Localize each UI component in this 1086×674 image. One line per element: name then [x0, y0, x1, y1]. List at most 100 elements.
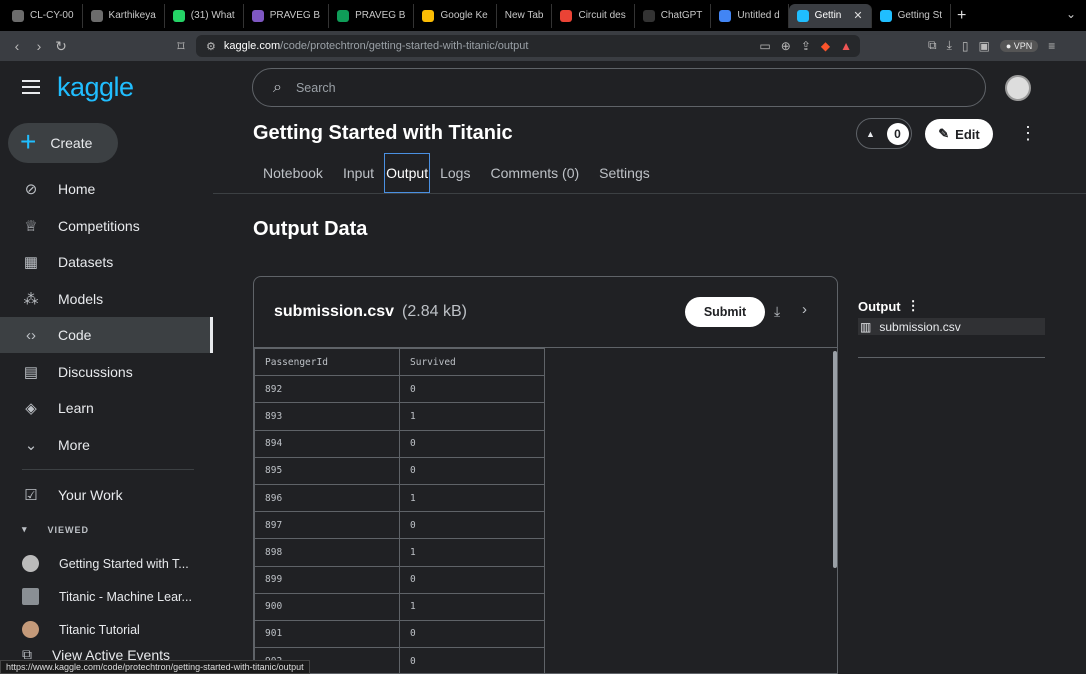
- table-cell: 0: [399, 456, 545, 485]
- upvote-control[interactable]: ▲ 0: [856, 118, 912, 149]
- recent-item[interactable]: Titanic Tutorial: [22, 621, 140, 638]
- create-button[interactable]: + Create: [8, 123, 118, 163]
- table-cell: 901: [254, 619, 400, 649]
- sidebar-item-datasets[interactable]: ▦ Datasets: [0, 244, 213, 280]
- tab-logs[interactable]: Logs: [430, 153, 480, 193]
- sidebar-item-more[interactable]: ⌄ More: [0, 427, 213, 463]
- create-label: Create: [50, 135, 93, 151]
- table-cell: 1: [399, 483, 545, 513]
- output-side-panel: Output ⋮ ▥ submission.csv: [858, 298, 1045, 358]
- browser-tab[interactable]: (31) What: [165, 3, 244, 28]
- grid-icon: [560, 9, 573, 22]
- sidebar-item-label: Datasets: [58, 254, 114, 270]
- side-panel-file-item[interactable]: ▥ submission.csv: [858, 318, 1045, 335]
- table-cell: 0: [399, 619, 545, 649]
- recent-label: Getting Started with T...: [59, 556, 189, 571]
- zoom-icon[interactable]: ⊕: [781, 39, 791, 53]
- address-bar-icons: ▭ ⊕ ⇪ ◆ ▲: [759, 39, 852, 53]
- download-icon[interactable]: ⤓: [947, 38, 952, 53]
- browser-toolbar: ‹ › ↻ ⌑ ⚙ kaggle.com/code/protechtron/ge…: [0, 31, 1086, 61]
- browser-tab[interactable]: CL-CY-00: [4, 3, 83, 28]
- table-cell: 1: [399, 592, 545, 621]
- table-row: 899 0: [254, 565, 545, 594]
- browser-tab[interactable]: New Tab: [497, 3, 553, 28]
- keep-icon: [422, 9, 435, 22]
- tab-notebook[interactable]: Notebook: [253, 153, 333, 193]
- sidebar-item-code[interactable]: ‹› Code: [0, 317, 213, 353]
- forward-icon[interactable]: ›: [28, 38, 50, 54]
- table-row: 894 0: [254, 429, 545, 458]
- table-cell: 0: [399, 429, 545, 458]
- chevron-right-icon[interactable]: ›: [802, 301, 807, 318]
- share-icon[interactable]: ⇪: [801, 39, 811, 53]
- tab-comments[interactable]: Comments (0): [480, 153, 589, 193]
- upvote-icon[interactable]: ▲: [860, 123, 882, 145]
- more-options-icon[interactable]: ⋮: [1019, 124, 1037, 142]
- recent-item[interactable]: Getting Started with T...: [22, 555, 189, 572]
- side-panel-file-label: submission.csv: [879, 319, 961, 334]
- menu-icon[interactable]: ≡: [1048, 39, 1055, 53]
- page-title: Getting Started with Titanic: [253, 122, 513, 144]
- browser-tab[interactable]: PRAVEG B: [329, 3, 415, 28]
- search-input[interactable]: ⌕ Search: [252, 68, 986, 107]
- browser-tab[interactable]: Gettin ✕: [788, 3, 872, 28]
- tab-list-chevron-icon[interactable]: ⌄: [1066, 7, 1076, 21]
- sidebar-item-your-work[interactable]: ☑ Your Work: [0, 477, 213, 513]
- tab-input[interactable]: Input: [333, 153, 384, 193]
- pencil-icon: ✎: [938, 126, 950, 141]
- brave-rewards-icon[interactable]: ▲: [840, 39, 852, 53]
- wallet-icon[interactable]: ▣: [979, 39, 990, 53]
- sidebar-item-competitions[interactable]: ♕ Competitions: [0, 208, 213, 244]
- edit-button[interactable]: ✎ Edit: [925, 119, 993, 149]
- tabs-divider: [213, 193, 1086, 194]
- recent-label: Titanic - Machine Lear...: [59, 589, 192, 604]
- close-icon[interactable]: ✕: [853, 9, 862, 22]
- browser-tab[interactable]: PRAVEG B: [244, 3, 330, 28]
- recent-label: Titanic Tutorial: [59, 622, 140, 637]
- submit-button[interactable]: Submit: [685, 297, 765, 327]
- sidebar-item-models[interactable]: ⁂ Models: [0, 281, 213, 317]
- brave-shield-icon[interactable]: ◆: [821, 39, 830, 53]
- scrollbar[interactable]: [833, 351, 837, 568]
- browser-tab[interactable]: Circuit des: [552, 3, 635, 28]
- browser-tab[interactable]: Google Ke: [414, 3, 497, 28]
- browser-tab[interactable]: Karthikeya: [83, 3, 165, 28]
- tab-settings[interactable]: Settings: [589, 153, 660, 193]
- table-cell: 896: [254, 483, 400, 513]
- more-options-icon[interactable]: ⋮: [907, 298, 920, 314]
- sidebar-item-home[interactable]: ⊘ Home: [0, 171, 213, 207]
- column-header: Survived: [399, 347, 545, 377]
- vpn-button[interactable]: ● VPN: [999, 39, 1039, 52]
- viewed-section-header[interactable]: ▾ VIEWED: [22, 524, 89, 535]
- sidebar-item-learn[interactable]: ◈ Learn: [0, 390, 213, 426]
- cast-icon[interactable]: ▭: [759, 39, 770, 53]
- address-bar[interactable]: ⚙ kaggle.com/code/protechtron/getting-st…: [196, 35, 860, 57]
- kaggle-logo[interactable]: kaggle: [57, 72, 134, 103]
- browser-tab[interactable]: Untitled d: [711, 3, 789, 28]
- new-tab-icon[interactable]: +: [957, 7, 966, 25]
- sidebar-icon[interactable]: ▯: [962, 39, 969, 53]
- sheets-icon: [337, 9, 350, 22]
- site-settings-icon[interactable]: ⚙: [206, 40, 216, 53]
- vote-count: 0: [886, 122, 909, 145]
- kaggle-sidebar: kaggle + Create ⊘ Home ♕ Competitions ▦ Datas…: [0, 61, 213, 674]
- back-icon[interactable]: ‹: [6, 38, 28, 54]
- browser-tab[interactable]: Getting St: [872, 3, 952, 28]
- recent-item[interactable]: Titanic - Machine Lear...: [22, 588, 192, 605]
- avatar[interactable]: [1005, 75, 1031, 101]
- file-header: submission.csv (2.84 kB) Submit ⤓ ›: [254, 277, 837, 348]
- hamburger-menu-icon[interactable]: [22, 80, 40, 98]
- caret-down-icon: ▾: [22, 524, 28, 534]
- reload-icon[interactable]: ↻: [50, 38, 72, 55]
- chevron-down-icon: ⌄: [24, 436, 38, 454]
- download-icon[interactable]: ⤓: [774, 303, 780, 320]
- table-cell: 893: [254, 402, 400, 431]
- browser-tab[interactable]: ChatGPT: [635, 3, 712, 28]
- extensions-icon[interactable]: ⧉: [928, 38, 937, 53]
- sidebar-item-label: Code: [58, 327, 92, 343]
- tab-output[interactable]: Output: [384, 153, 431, 193]
- kaggle-icon: [796, 9, 809, 22]
- sidebar-item-discussions[interactable]: ▤ Discussions: [0, 354, 213, 390]
- bookmark-icon[interactable]: ⌑: [170, 38, 192, 55]
- sidebar-item-label: More: [58, 436, 90, 453]
